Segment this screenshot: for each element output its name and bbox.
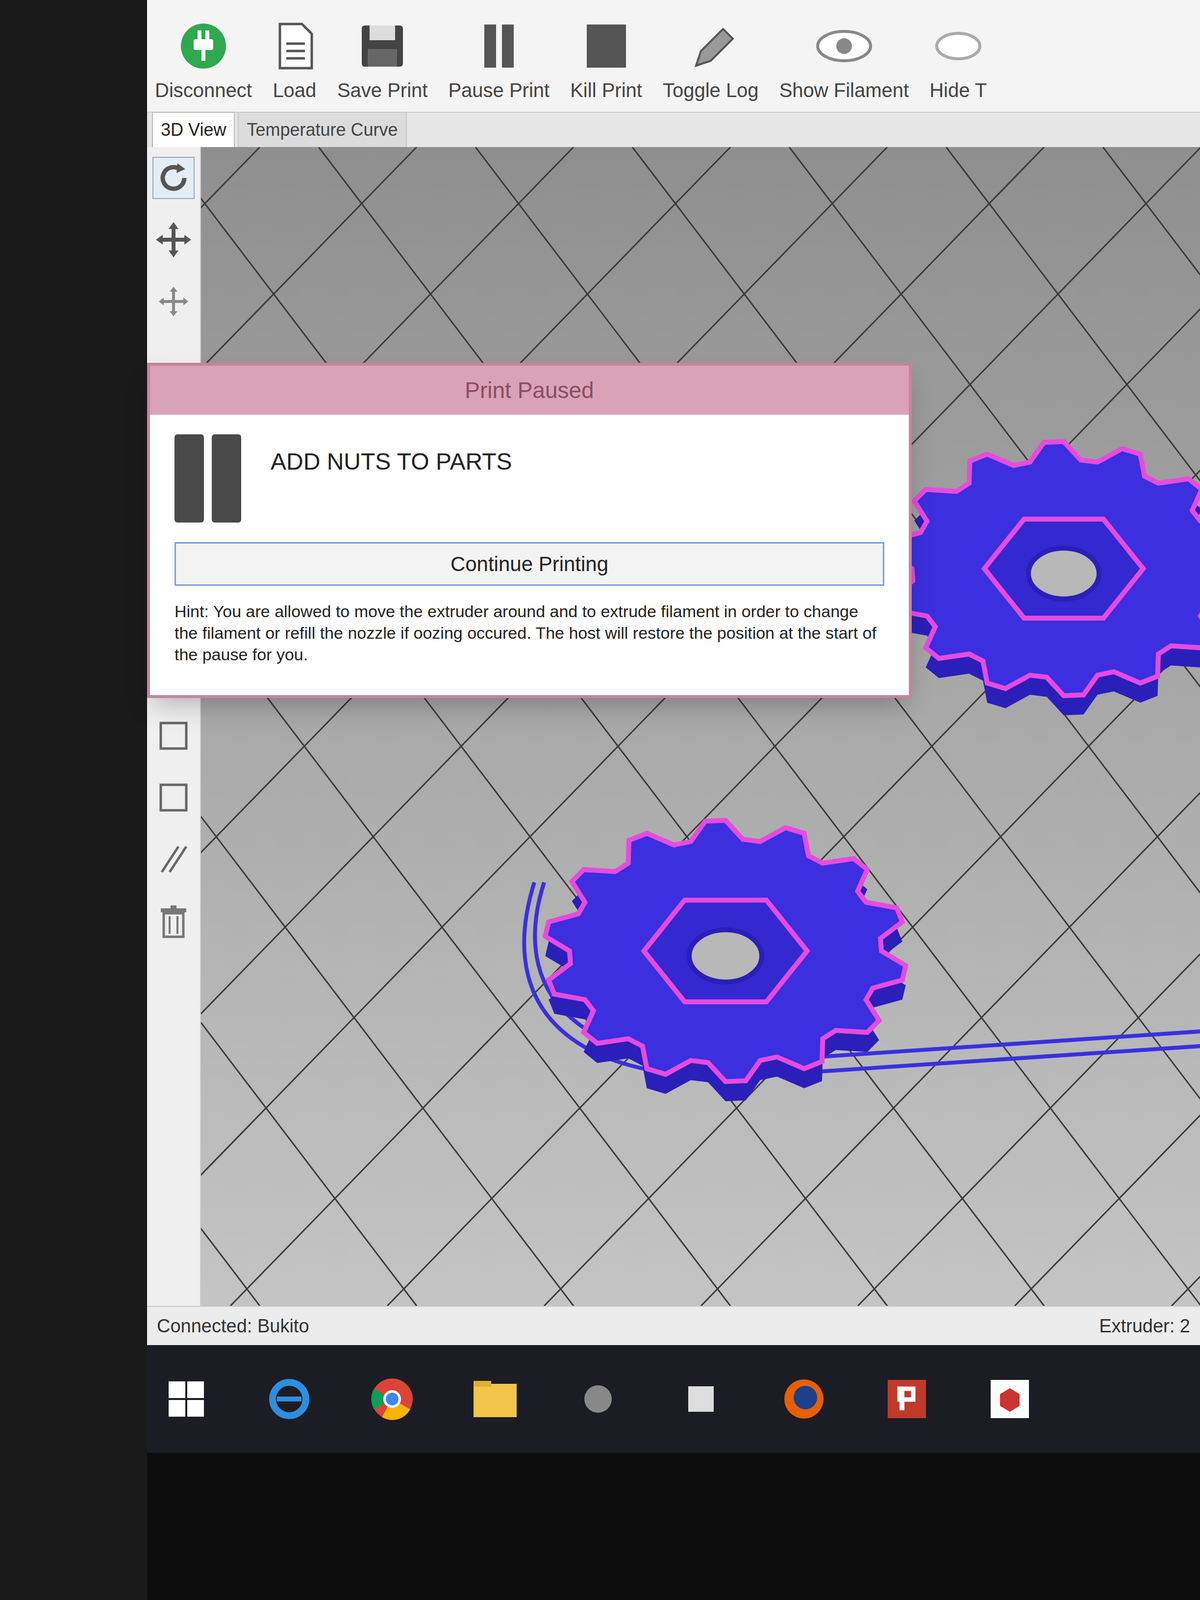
toolbar-button[interactable]: Load bbox=[269, 16, 320, 105]
slicer-icon[interactable] bbox=[980, 1369, 1040, 1429]
toolbar-button[interactable]: Hide T bbox=[926, 16, 990, 105]
toolbar-button[interactable]: Show Filament bbox=[776, 16, 913, 105]
dialog-hint: Hint: You are allowed to move the extrud… bbox=[174, 600, 885, 666]
rotate-icon[interactable] bbox=[152, 156, 195, 200]
log-icon bbox=[686, 16, 736, 71]
repetier-icon[interactable] bbox=[877, 1369, 937, 1429]
monitor-bezel bbox=[0, 0, 148, 1600]
gear-model bbox=[545, 820, 906, 1102]
dialog-title-bar: Print Paused bbox=[150, 365, 909, 415]
status-bar: Connected: Bukito Extruder: 2 bbox=[147, 1305, 1200, 1346]
view-icon[interactable] bbox=[152, 776, 195, 819]
toolbar: Disconnect Load Save Print Pause Print Kill … bbox=[147, 0, 1200, 113]
screen: Disconnect Load Save Print Pause Print Kill … bbox=[147, 0, 1200, 1600]
parallel-icon[interactable] bbox=[152, 838, 195, 881]
3d-view[interactable] bbox=[200, 147, 1200, 1306]
dialog-body: ADD NUTS TO PARTS Continue Printing Hint… bbox=[150, 414, 909, 696]
toolbar-label: Pause Print bbox=[448, 75, 550, 105]
toolbar-button[interactable]: Kill Print bbox=[567, 16, 646, 105]
load-icon bbox=[272, 16, 317, 71]
toolbar-button[interactable]: Pause Print bbox=[445, 16, 553, 105]
pause-icon bbox=[174, 434, 242, 523]
photo-frame: Disconnect Load Save Print Pause Print Kill … bbox=[0, 0, 1200, 1600]
print-paused-dialog: Print Paused ADD NUTS TO PARTS Continue … bbox=[147, 362, 912, 699]
tab[interactable]: 3D View bbox=[151, 111, 235, 148]
trash-icon[interactable] bbox=[152, 900, 195, 943]
main-area: Print Paused ADD NUTS TO PARTS Continue … bbox=[147, 147, 1200, 1306]
toolbar-button[interactable]: Toggle Log bbox=[659, 16, 762, 105]
dialog-message: ADD NUTS TO PARTS bbox=[270, 434, 513, 480]
pause-icon bbox=[474, 16, 524, 71]
toolbar-label: Kill Print bbox=[570, 75, 643, 105]
move-icon[interactable] bbox=[152, 218, 195, 261]
print-preview[interactable] bbox=[200, 147, 1200, 1306]
toolbar-button[interactable]: Disconnect bbox=[151, 16, 255, 105]
tool-strip bbox=[147, 147, 201, 1306]
plug-icon bbox=[178, 16, 228, 71]
view-icon[interactable] bbox=[152, 714, 195, 757]
extruder-status: Extruder: 2 bbox=[1099, 1312, 1191, 1341]
toolbar-label: Save Print bbox=[337, 75, 428, 105]
chrome-icon[interactable] bbox=[362, 1369, 422, 1429]
stop-icon bbox=[581, 16, 631, 71]
dialog-title: Print Paused bbox=[464, 373, 594, 408]
firefox-icon[interactable] bbox=[774, 1369, 834, 1429]
toolbar-label: Hide T bbox=[929, 75, 987, 105]
gear-model bbox=[888, 441, 1200, 716]
dialog-message-row: ADD NUTS TO PARTS bbox=[174, 434, 885, 528]
continue-printing-button[interactable]: Continue Printing bbox=[174, 542, 885, 586]
toolbar-button[interactable]: Save Print bbox=[334, 16, 431, 105]
eye-icon bbox=[933, 16, 983, 71]
tab-bar: 3D ViewTemperature Curve bbox=[147, 112, 1200, 148]
app-icon[interactable] bbox=[671, 1369, 731, 1429]
toolbar-label: Toggle Log bbox=[662, 75, 759, 105]
toolbar-label: Load bbox=[272, 75, 317, 105]
windows-icon[interactable] bbox=[156, 1369, 216, 1429]
toolbar-label: Show Filament bbox=[779, 75, 910, 105]
save-icon bbox=[357, 16, 407, 71]
monitor-bezel-bottom bbox=[147, 1452, 1200, 1600]
eye-icon bbox=[814, 16, 874, 71]
connection-status: Connected: Bukito bbox=[156, 1312, 310, 1341]
folder-icon[interactable] bbox=[465, 1369, 525, 1429]
internet-explorer-icon[interactable] bbox=[259, 1369, 319, 1429]
taskbar bbox=[147, 1345, 1200, 1453]
app-icon[interactable] bbox=[568, 1369, 628, 1429]
tab[interactable]: Temperature Curve bbox=[237, 111, 407, 148]
toolbar-label: Disconnect bbox=[154, 75, 252, 105]
zoom-icon[interactable] bbox=[152, 280, 195, 323]
